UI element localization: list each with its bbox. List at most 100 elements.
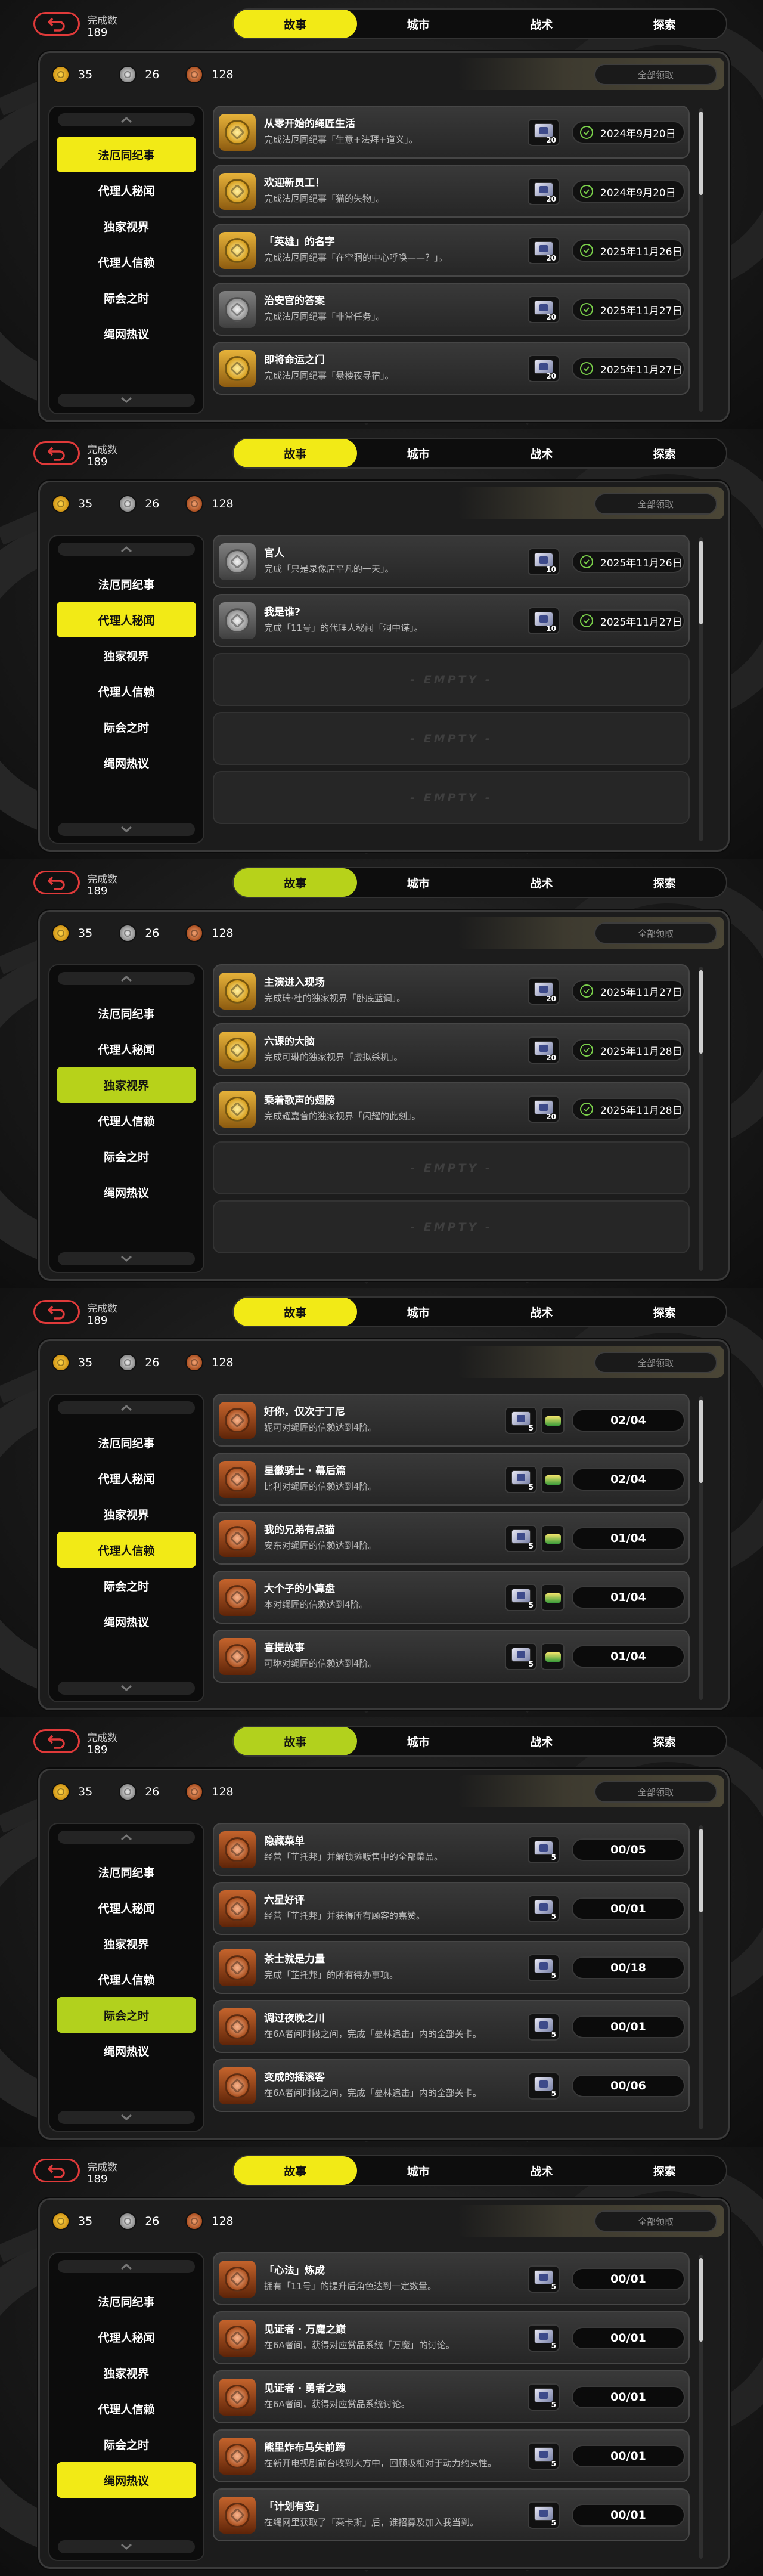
achievement-row[interactable]: 官人 完成「只是录像店平凡的一天」。 10 2025年11月26日	[213, 535, 690, 588]
tab-2[interactable]: 战术	[480, 1727, 603, 1755]
sidebar-scroll-down[interactable]	[49, 821, 203, 838]
sidebar-item[interactable]: 代理人秘闻	[57, 1890, 196, 1925]
reward-item-chip[interactable]	[541, 1407, 565, 1434]
reward-item[interactable]: 5	[505, 1525, 537, 1552]
achievement-row[interactable]: 「心法」炼成 拥有「11号」的提升后角色达到一定数量。 5 00/01	[213, 2252, 690, 2305]
reward-item[interactable]: 10	[528, 548, 560, 575]
reward-item[interactable]: 5	[528, 2324, 560, 2352]
claim-all-button[interactable]: 全部领取	[594, 2210, 717, 2232]
sidebar-item[interactable]: 际会之时	[57, 1997, 196, 2033]
tab-0[interactable]: 故事	[234, 2156, 357, 2185]
list-scrollbar[interactable]	[699, 1825, 703, 2129]
reward-item[interactable]: 10	[528, 607, 560, 634]
tab-2[interactable]: 战术	[480, 868, 603, 897]
sidebar-item[interactable]: 代理人信赖	[57, 1103, 196, 1138]
back-button[interactable]	[33, 871, 80, 894]
tab-2[interactable]: 战术	[480, 1298, 603, 1326]
reward-item[interactable]: 5	[528, 1836, 560, 1863]
sidebar-item[interactable]: 代理人秘闻	[57, 172, 196, 208]
achievement-row[interactable]: 六星好评 经营「芷托邦」并获得所有顾客的嘉赞。 5 00/01	[213, 1882, 690, 1935]
sidebar-item[interactable]: 法厄同纪事	[57, 995, 196, 1031]
reward-item-chip[interactable]	[541, 1525, 565, 1552]
reward-item[interactable]: 5	[505, 1584, 537, 1611]
sidebar-item[interactable]: 绳网热议	[57, 1603, 196, 1639]
achievement-row[interactable]: 茶士就是力量 完成「芷托邦」的所有待办事项。 5 00/18	[213, 1941, 690, 1994]
sidebar-item[interactable]: 绳网热议	[57, 1174, 196, 1210]
sidebar-item[interactable]: 绳网热议	[57, 315, 196, 351]
list-scrollbar[interactable]	[699, 108, 703, 412]
tab-0[interactable]: 故事	[234, 868, 357, 897]
sidebar-item[interactable]: 绳网热议	[57, 745, 196, 781]
tab-3[interactable]: 探索	[603, 868, 727, 897]
achievement-row[interactable]: 乘着歌声的翅膀 完成耀嘉音的独家视界「闪耀的此刻」。 20 2025年11月28日	[213, 1082, 690, 1135]
scrollbar-thumb[interactable]	[699, 1829, 703, 1912]
reward-item[interactable]: 5	[528, 2013, 560, 2041]
sidebar-scroll-down[interactable]	[49, 392, 203, 408]
achievement-row[interactable]: 大个子的小算盘 本对绳匠的信赖达到4阶。 5 01/04	[213, 1571, 690, 1624]
sidebar-item[interactable]: 代理人信赖	[57, 1961, 196, 1997]
sidebar-item[interactable]: 代理人信赖	[57, 244, 196, 280]
sidebar-item[interactable]: 代理人秘闻	[57, 1460, 196, 1496]
sidebar-item[interactable]: 法厄同纪事	[57, 137, 196, 172]
achievement-row[interactable]: 好你，仅次于丁尼 妮可对绳匠的信赖达到4阶。 5 02/04	[213, 1394, 690, 1447]
tab-1[interactable]: 城市	[357, 1727, 480, 1755]
sidebar-item[interactable]: 独家视界	[57, 208, 196, 244]
sidebar-scroll-up[interactable]	[49, 112, 203, 128]
achievement-row[interactable]: 「英雄」的名字 完成法厄同纪事「在空洞的中心呼唤——？」。 20 2025年11月26…	[213, 224, 690, 277]
scrollbar-thumb[interactable]	[699, 2258, 703, 2342]
sidebar-scroll-down[interactable]	[49, 1680, 203, 1696]
scrollbar-thumb[interactable]	[699, 112, 703, 195]
tab-3[interactable]: 探索	[603, 10, 727, 38]
achievement-row[interactable]: 见证者 · 勇者之魂 在6A者间，获得对应赏品系统讨论。 5 00/01	[213, 2370, 690, 2423]
back-button[interactable]	[33, 441, 80, 465]
reward-item[interactable]: 20	[528, 355, 560, 382]
claim-all-button[interactable]: 全部领取	[594, 1352, 717, 1373]
tab-1[interactable]: 城市	[357, 868, 480, 897]
achievement-row[interactable]: 欢迎新员工！ 完成法厄同纪事「猫的失物」。 20 2024年9月20日	[213, 165, 690, 218]
scrollbar-thumb[interactable]	[699, 970, 703, 1054]
achievement-row[interactable]: 即将命运之门 完成法厄同纪事「悬楼夜寻宿」。 20 2025年11月27日	[213, 342, 690, 395]
back-button[interactable]	[33, 2159, 80, 2182]
sidebar-item[interactable]: 独家视界	[57, 2355, 196, 2391]
sidebar-item[interactable]: 际会之时	[57, 1138, 196, 1174]
tab-1[interactable]: 城市	[357, 1298, 480, 1326]
achievement-row[interactable]: 主演进入现场 完成瑞·杜的独家视界「卧底蓝调」。 20 2025年11月27日	[213, 964, 690, 1017]
scrollbar-thumb[interactable]	[699, 1400, 703, 1483]
reward-item-chip[interactable]	[541, 1466, 565, 1493]
reward-item[interactable]: 5	[528, 2072, 560, 2100]
tab-3[interactable]: 探索	[603, 439, 727, 467]
sidebar-scroll-up[interactable]	[49, 970, 203, 987]
tab-2[interactable]: 战术	[480, 439, 603, 467]
sidebar-scroll-up[interactable]	[49, 541, 203, 558]
tab-0[interactable]: 故事	[234, 10, 357, 38]
tab-1[interactable]: 城市	[357, 439, 480, 467]
list-scrollbar[interactable]	[699, 967, 703, 1271]
list-scrollbar[interactable]	[699, 537, 703, 841]
reward-item[interactable]: 20	[528, 119, 560, 146]
sidebar-item[interactable]: 独家视界	[57, 1925, 196, 1961]
achievement-row[interactable]: 从零开始的绳匠生活 完成法厄同纪事「生意+法拜+道义」。 20 2024年9月20日	[213, 106, 690, 159]
reward-item[interactable]: 20	[528, 1095, 560, 1123]
sidebar-item[interactable]: 代理人信赖	[57, 1532, 196, 1568]
sidebar-scroll-down[interactable]	[49, 2538, 203, 2555]
back-button[interactable]	[33, 1300, 80, 1324]
tab-0[interactable]: 故事	[234, 439, 357, 467]
tab-2[interactable]: 战术	[480, 2156, 603, 2185]
reward-item[interactable]: 5	[528, 2383, 560, 2411]
reward-item[interactable]: 20	[528, 1036, 560, 1064]
achievement-row[interactable]: 我的兄弟有点猫 安东对绳匠的信赖达到4阶。 5 01/04	[213, 1512, 690, 1565]
sidebar-scroll-down[interactable]	[49, 1250, 203, 1267]
claim-all-button[interactable]: 全部领取	[594, 493, 717, 515]
tab-1[interactable]: 城市	[357, 2156, 480, 2185]
sidebar-item[interactable]: 绳网热议	[57, 2462, 196, 2498]
sidebar-item[interactable]: 法厄同纪事	[57, 566, 196, 602]
reward-item[interactable]: 20	[528, 977, 560, 1005]
back-button[interactable]	[33, 1729, 80, 1753]
reward-item[interactable]: 5	[505, 1407, 537, 1434]
sidebar-item[interactable]: 绳网热议	[57, 2033, 196, 2069]
reward-item[interactable]: 5	[528, 1895, 560, 1922]
claim-all-button[interactable]: 全部领取	[594, 922, 717, 944]
list-scrollbar[interactable]	[699, 1396, 703, 1700]
list-scrollbar[interactable]	[699, 2255, 703, 2559]
sidebar-item[interactable]: 际会之时	[57, 2426, 196, 2462]
